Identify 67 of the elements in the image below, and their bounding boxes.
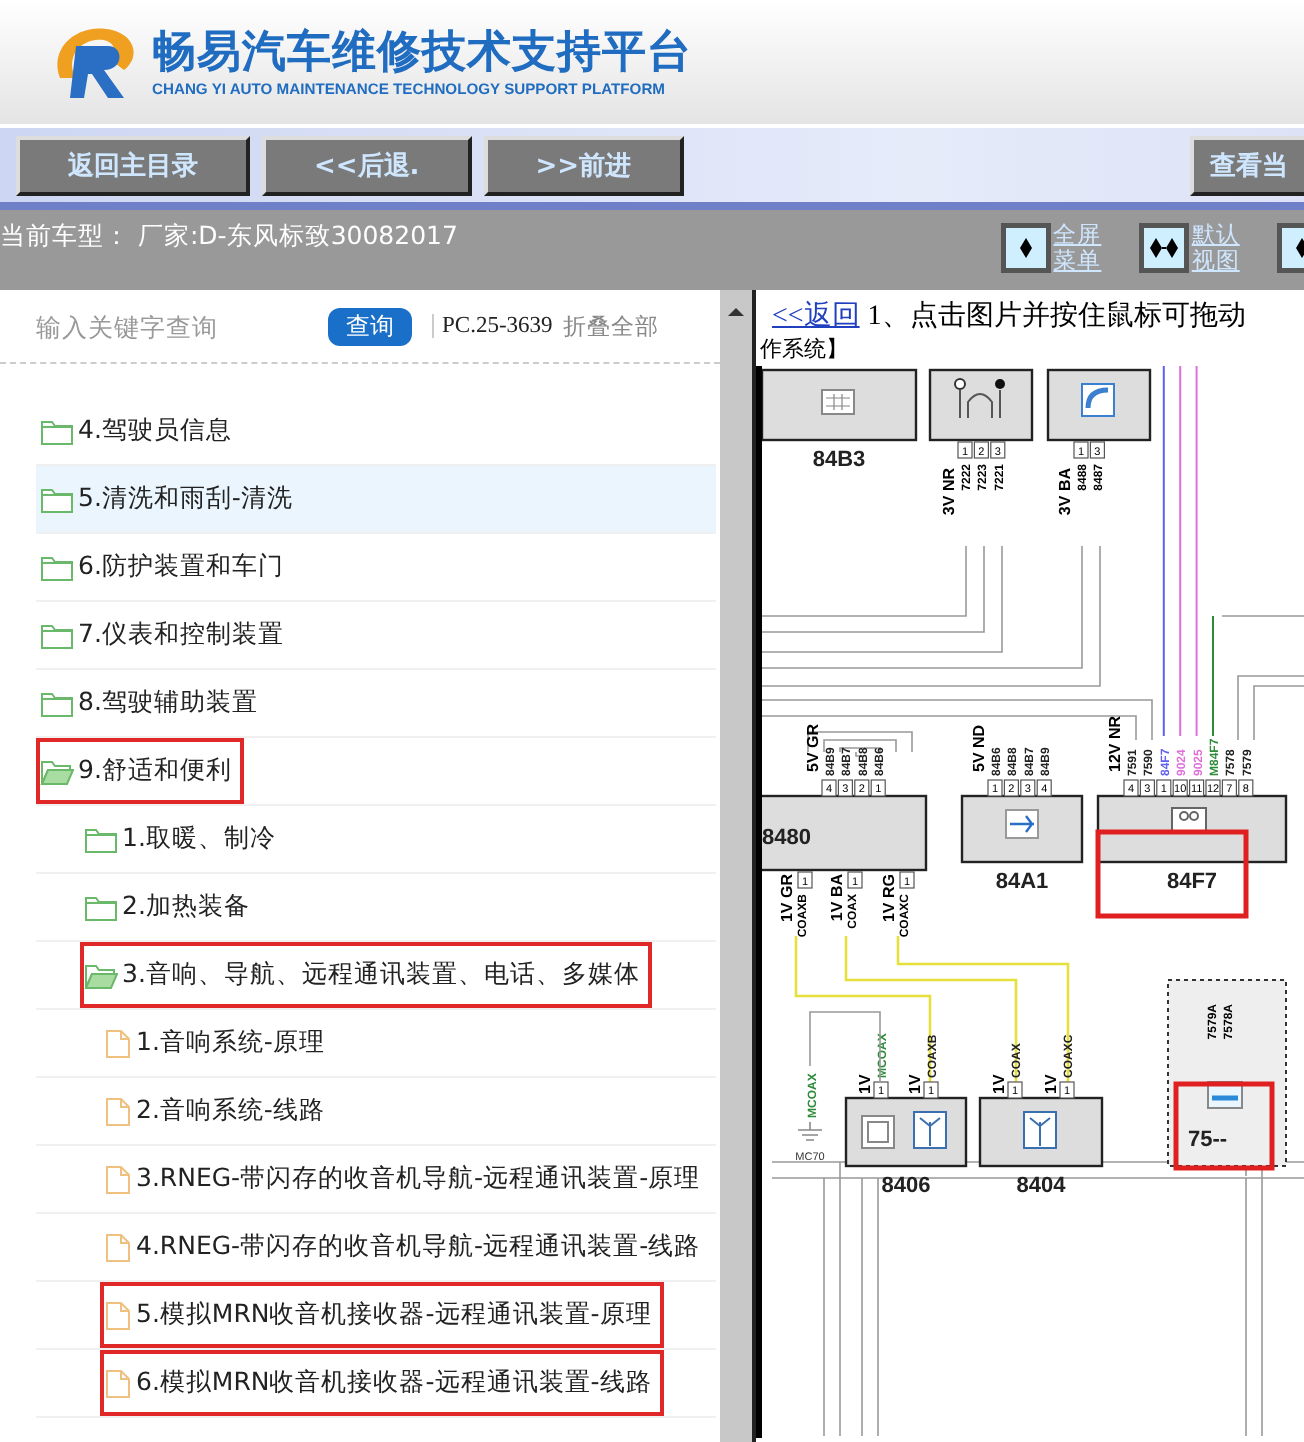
folder-icon bbox=[40, 553, 74, 581]
voltage-label: 12V NR bbox=[1106, 715, 1124, 772]
vehicle-model-text: 当前车型： 厂家:D-东风标致30082017 bbox=[0, 218, 458, 254]
ground-icon bbox=[797, 1121, 823, 1141]
tree-item[interactable]: 1.音响系统-原理 bbox=[36, 1010, 716, 1078]
tree-item[interactable]: 2.音响系统-线路 bbox=[36, 1078, 716, 1146]
tree-item[interactable]: 2.加热装备 bbox=[36, 874, 716, 942]
usb-icon bbox=[1005, 809, 1039, 839]
voltage-label: 1V GR bbox=[778, 874, 796, 923]
wire-line bbox=[1212, 615, 1214, 737]
component-label: 8480 bbox=[762, 826, 811, 850]
document-icon bbox=[104, 1299, 132, 1331]
site-title: 畅易汽车维修技术支持平台 bbox=[152, 27, 692, 79]
tree-item[interactable]: 9.舒适和便利 bbox=[36, 738, 716, 806]
document-icon bbox=[104, 1163, 132, 1195]
voltage-label: 5V GR bbox=[804, 723, 822, 772]
voltage-label: 1V RG bbox=[880, 874, 898, 923]
tree-item[interactable]: 4.RNEG-带闪存的收音机导航-远程通讯装置-线路 bbox=[36, 1214, 716, 1282]
folder-icon bbox=[40, 689, 74, 717]
jack-icon bbox=[954, 378, 1005, 419]
document-icon bbox=[104, 1367, 132, 1399]
document-icon bbox=[104, 1027, 132, 1059]
voltage-label: 3V BA bbox=[1056, 468, 1074, 516]
voltage-label: 1V BA bbox=[828, 874, 846, 922]
scrollbar[interactable] bbox=[720, 290, 752, 1442]
component-box bbox=[928, 368, 1034, 442]
document-icon bbox=[104, 1095, 132, 1127]
voltage-label: 1V bbox=[990, 1074, 1008, 1094]
voltage-label: 1V bbox=[1042, 1074, 1060, 1094]
module-icon bbox=[861, 1111, 947, 1149]
tree-item[interactable]: 7.仪表和控制装置 bbox=[36, 602, 716, 670]
tree-item[interactable]: 1.取暖、制冷 bbox=[36, 806, 716, 874]
component-label: 84B3 bbox=[812, 448, 866, 472]
voltage-label: 1V bbox=[906, 1074, 924, 1094]
tree-item[interactable]: 5.清洗和雨刮-清洗 bbox=[36, 466, 716, 534]
view-toggle-icon[interactable] bbox=[999, 222, 1052, 274]
instruction-text: 1、点击图片并按住鼠标可拖动 bbox=[867, 298, 1246, 334]
code-text: PC.25-3639 bbox=[432, 314, 553, 338]
folder-icon bbox=[84, 893, 118, 921]
component-label: 75-- bbox=[1188, 1128, 1228, 1152]
search-button[interactable]: 查询 bbox=[328, 307, 412, 345]
open-folder-icon bbox=[40, 757, 74, 785]
open-folder-icon bbox=[84, 961, 118, 989]
tree-item[interactable]: 3.RNEG-带闪存的收音机导航-远程通讯装置-原理 bbox=[36, 1146, 716, 1214]
component-label: 84F7 bbox=[1166, 870, 1218, 894]
folder-icon bbox=[40, 485, 74, 513]
back-link[interactable]: <<返回 bbox=[772, 298, 860, 334]
view-toggle-icon[interactable] bbox=[1137, 222, 1190, 274]
component-label: 8404 bbox=[1016, 1174, 1066, 1198]
tree-item[interactable]: 6.防护装置和车门 bbox=[36, 534, 716, 602]
component-label: 84A1 bbox=[995, 870, 1049, 894]
voltage-label: 1V bbox=[856, 1074, 874, 1094]
component-label: 8406 bbox=[881, 1174, 931, 1198]
folder-icon bbox=[84, 825, 118, 853]
folder-icon bbox=[40, 621, 74, 649]
tree-item[interactable]: 8.驾驶辅助装置 bbox=[36, 670, 716, 738]
folder-icon bbox=[40, 417, 74, 445]
collapse-all-link[interactable]: 折叠全部 bbox=[562, 311, 659, 341]
antenna-icon bbox=[1023, 1111, 1057, 1149]
voltage-label: 3V NR bbox=[940, 468, 958, 516]
voltage-label: 5V ND bbox=[970, 724, 988, 772]
document-icon bbox=[104, 1231, 132, 1263]
keypad-icon bbox=[821, 389, 855, 415]
diagram-caption: 作系统】 bbox=[758, 334, 848, 366]
radio-icon bbox=[1171, 807, 1207, 833]
search-field[interactable]: 输入关键字查询 bbox=[36, 311, 316, 341]
phone-icon bbox=[1081, 383, 1115, 417]
